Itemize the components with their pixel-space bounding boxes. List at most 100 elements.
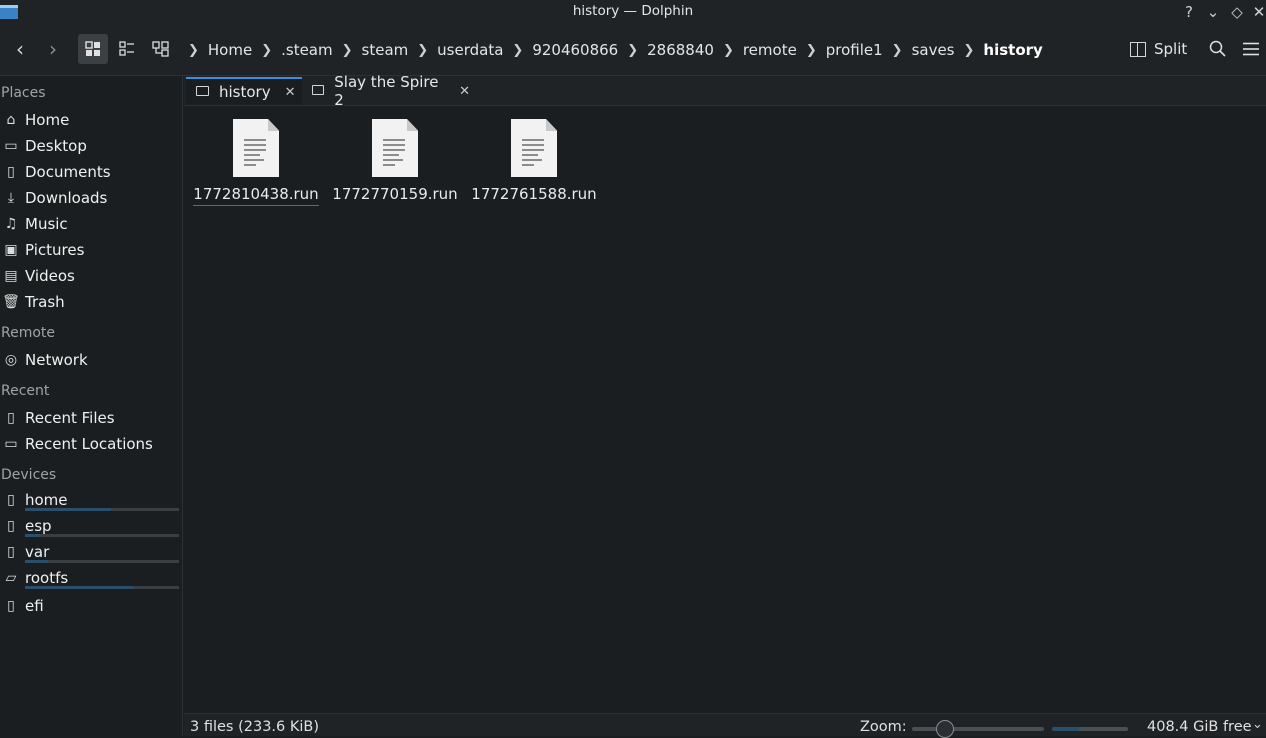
breadcrumb-user-id[interactable]: 920460866 (525, 41, 625, 59)
device-usage-bar (25, 560, 179, 563)
sidebar-item-label: Home (25, 111, 70, 129)
sidebar-item-network[interactable]: ◎ Network (0, 348, 180, 372)
sidebar-item-music[interactable]: ♫ Music (0, 212, 180, 236)
search-button[interactable] (1202, 34, 1232, 64)
tab-label: Slay the Spire 2 (334, 73, 439, 109)
videos-icon: ▤ (4, 268, 18, 284)
device-usage-bar (25, 508, 179, 511)
home-icon: ⌂ (6, 112, 16, 128)
sidebar-item-label: Trash (25, 293, 65, 311)
menu-icon (1243, 42, 1259, 56)
recent-heading: Recent (1, 383, 50, 399)
breadcrumb-steam-hidden[interactable]: .steam (274, 41, 340, 59)
minimize-icon[interactable]: ⌄ (1202, 1, 1224, 23)
zoom-label: Zoom: (860, 719, 907, 735)
breadcrumb-profile1[interactable]: profile1 (819, 41, 890, 59)
sidebar-item-recent-locations[interactable]: ▭ Recent Locations (0, 432, 180, 456)
breadcrumb: ❯ Home ❯ .steam ❯ steam ❯ userdata ❯ 920… (186, 38, 1050, 62)
tree-view-button[interactable] (146, 34, 176, 64)
forward-button[interactable]: › (38, 34, 68, 64)
disk-space-bar (1052, 727, 1128, 731)
sidebar-item-label: Network (25, 351, 88, 369)
documents-icon: ▯ (7, 164, 15, 180)
tab-slay-the-spire-2[interactable]: Slay the Spire 2 ✕ (302, 73, 470, 109)
device-usage-fill (25, 534, 41, 537)
hamburger-menu-button[interactable] (1236, 34, 1266, 64)
icons-view-icon (85, 41, 100, 56)
icons-view-button[interactable] (78, 34, 108, 64)
sidebar-item-label: Documents (25, 163, 111, 181)
file-view[interactable]: 1772810438.run 1772770159.run 1772761588… (184, 107, 1266, 713)
chevron-right-icon: ❯ (891, 42, 903, 58)
file-name: 1772770159.run (332, 185, 458, 203)
window-title: history — Dolphin (572, 3, 694, 19)
breadcrumb-userdata[interactable]: userdata (430, 41, 510, 59)
zoom-slider-handle[interactable] (936, 720, 954, 738)
text-file-icon (233, 119, 279, 177)
recent-files-icon: ▯ (7, 410, 15, 426)
device-usage-fill (25, 560, 49, 563)
sidebar-item-label: Desktop (25, 137, 87, 155)
sidebar-item-videos[interactable]: ▤ Videos (0, 264, 180, 288)
breadcrumb-home[interactable]: Home (201, 41, 259, 59)
zoom-slider[interactable] (912, 727, 1044, 731)
chevron-right-icon: ❯ (805, 42, 817, 58)
remote-heading: Remote (1, 325, 56, 341)
breadcrumb-history[interactable]: history (976, 41, 1049, 59)
sidebar-item-label: Recent Files (25, 409, 115, 427)
sidebar-item-label: var (25, 543, 50, 561)
chevron-right-icon: ❯ (963, 42, 975, 58)
tab-bar: history ✕ Slay the Spire 2 ✕ (184, 73, 1266, 109)
sidebar-item-home[interactable]: ⌂ Home (0, 108, 180, 132)
help-icon[interactable]: ? (1178, 1, 1200, 23)
tab-history[interactable]: history ✕ (186, 77, 302, 105)
drive-icon: ▯ (7, 598, 15, 614)
sidebar-item-recent-files[interactable]: ▯ Recent Files (0, 406, 180, 430)
drive-icon: ▯ (7, 544, 15, 560)
sidebar-item-downloads[interactable]: ⤓ Downloads (0, 186, 180, 210)
tab-close-icon[interactable]: ✕ (459, 84, 470, 99)
split-label: Split (1154, 40, 1188, 58)
status-bar: 3 files (233.6 KiB) Zoom: 408.4 GiB free… (184, 713, 1266, 738)
text-file-icon (511, 119, 557, 177)
sidebar-item-documents[interactable]: ▯ Documents (0, 160, 180, 184)
devices-heading: Devices (1, 467, 57, 483)
text-file-icon (372, 119, 418, 177)
breadcrumb-steam[interactable]: steam (355, 41, 416, 59)
folder-icon (312, 85, 325, 95)
sidebar-item-device-efi[interactable]: ▯ efi (0, 594, 180, 618)
free-space-label[interactable]: 408.4 GiB free (1147, 719, 1252, 735)
close-icon[interactable]: ✕ (1248, 1, 1266, 23)
sidebar-item-label: Pictures (25, 241, 85, 259)
file-item[interactable]: 1772810438.run (191, 119, 321, 209)
split-button[interactable]: Split (1130, 34, 1187, 64)
back-button[interactable]: ‹ (5, 34, 35, 64)
sidebar-item-label: home (25, 491, 68, 509)
sidebar-item-label: Downloads (25, 189, 108, 207)
chevron-right-icon: ❯ (722, 42, 734, 58)
maximize-icon[interactable]: ◇ (1226, 1, 1248, 23)
chevron-right-icon: ❯ (512, 42, 524, 58)
recent-locations-icon: ▭ (4, 436, 18, 452)
sidebar-item-trash[interactable]: 🗑︎ Trash (0, 290, 180, 314)
desktop-icon: ▭ (4, 138, 18, 154)
chevron-right-icon: ❯ (627, 42, 639, 58)
breadcrumb-saves[interactable]: saves (905, 41, 962, 59)
sidebar-item-desktop[interactable]: ▭ Desktop (0, 134, 180, 158)
downloads-icon: ⤓ (7, 190, 15, 206)
pictures-icon: ▣ (4, 242, 18, 258)
chevron-down-icon[interactable]: ⌄ (1252, 717, 1263, 732)
sidebar-item-label: Videos (25, 267, 75, 285)
breadcrumb-remote[interactable]: remote (736, 41, 804, 59)
tab-close-icon[interactable]: ✕ (285, 85, 296, 100)
device-usage-bar (25, 586, 179, 589)
file-item[interactable]: 1772761588.run (469, 119, 599, 209)
breadcrumb-app-id[interactable]: 2868840 (640, 41, 721, 59)
tree-view-icon (152, 41, 169, 57)
details-view-button[interactable] (112, 34, 142, 64)
file-item[interactable]: 1772770159.run (330, 119, 460, 209)
file-name: 1772810438.run (193, 185, 319, 206)
chevron-right-icon: ❯ (341, 42, 353, 58)
details-view-icon (119, 41, 134, 56)
sidebar-item-pictures[interactable]: ▣ Pictures (0, 238, 180, 262)
